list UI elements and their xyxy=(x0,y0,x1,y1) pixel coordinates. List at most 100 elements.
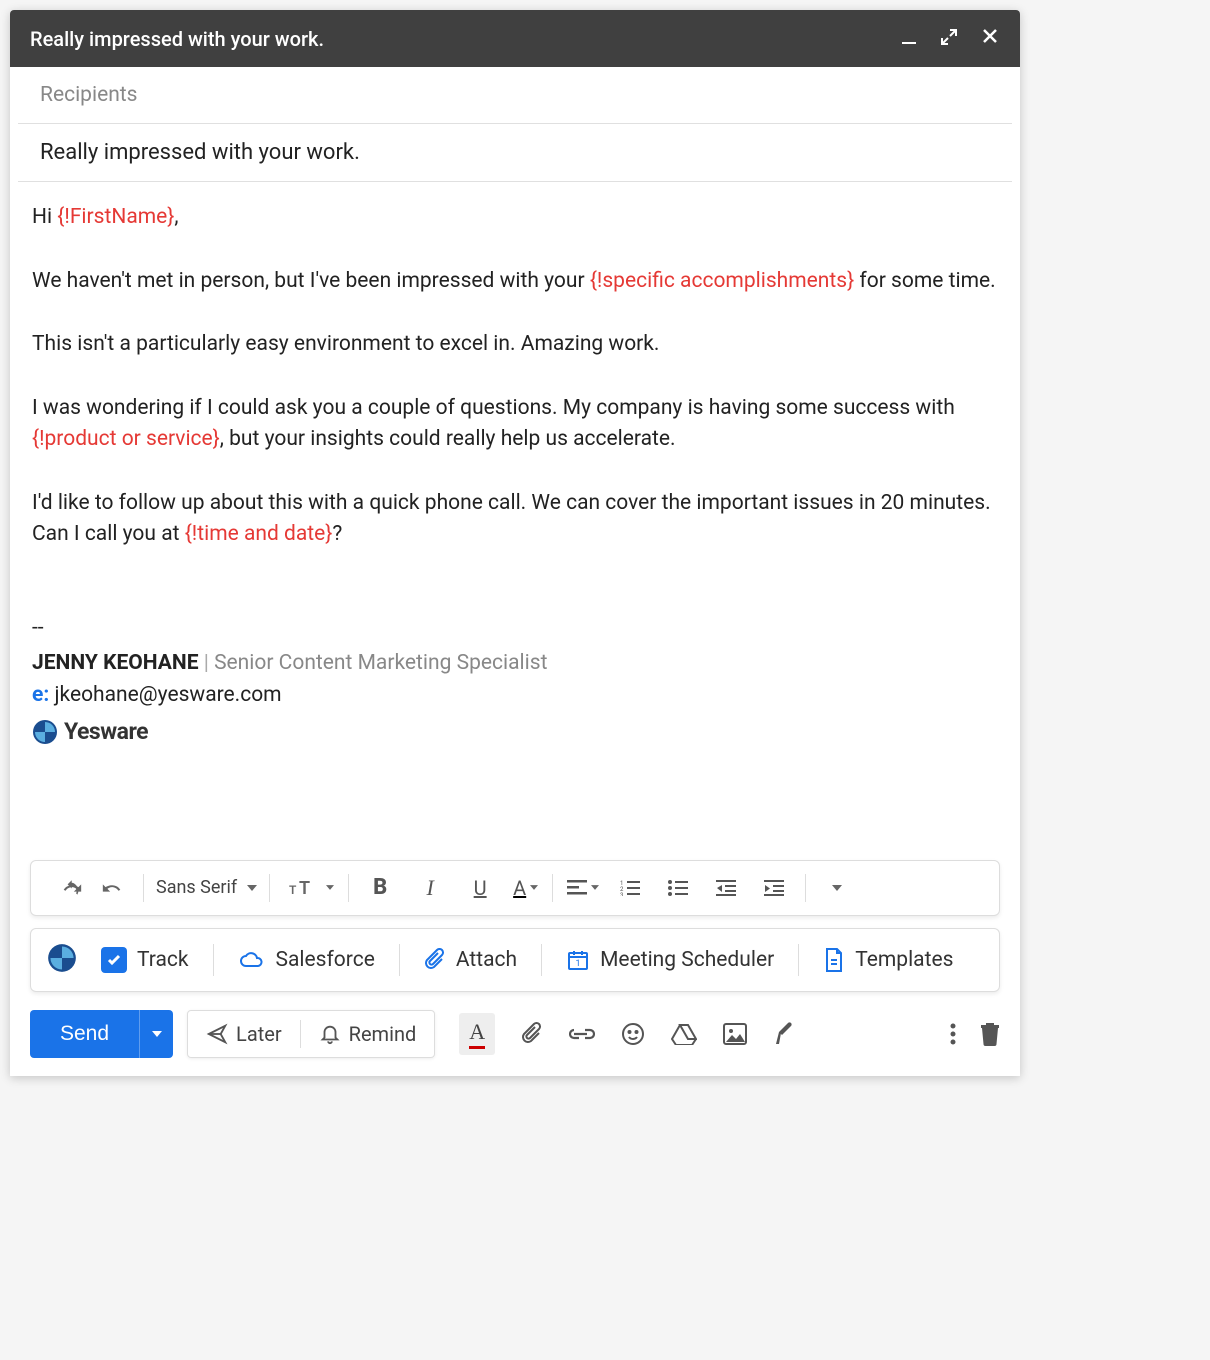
signature-divider: -- xyxy=(32,613,998,645)
bell-icon xyxy=(319,1023,341,1045)
svg-text:T: T xyxy=(289,883,297,897)
merge-accomplishments: {!specific accomplishments} xyxy=(590,269,854,293)
signature-email: jkeohane@yesware.com xyxy=(54,683,281,707)
recipients-placeholder: Recipients xyxy=(40,83,138,107)
discard-draft-icon[interactable] xyxy=(980,1022,1000,1046)
text-format-icon[interactable]: A xyxy=(459,1013,495,1055)
merge-product: {!product or service} xyxy=(32,427,220,451)
p4-text-a: I'd like to follow up about this with a … xyxy=(32,491,991,547)
meeting-label: Meeting Scheduler xyxy=(600,948,774,972)
salesforce-label: Salesforce xyxy=(276,948,375,972)
titlebar-actions xyxy=(900,26,1000,51)
checkbox-checked-icon xyxy=(101,947,127,973)
merge-time: {!time and date} xyxy=(185,522,333,546)
expand-icon[interactable] xyxy=(940,27,958,51)
p3-text-b: , but your insights could really help us… xyxy=(220,427,676,451)
greeting-suffix: , xyxy=(174,205,178,229)
undo-icon[interactable] xyxy=(55,871,89,905)
yesware-icon[interactable] xyxy=(47,943,77,977)
later-remind-group: Later Remind xyxy=(187,1010,435,1058)
format-toolbar: Sans Serif TT B I U A 1 xyxy=(30,860,1000,916)
bold-icon[interactable]: B xyxy=(363,871,397,905)
redo-icon[interactable] xyxy=(95,871,129,905)
remind-button[interactable]: Remind xyxy=(301,1011,435,1057)
later-label: Later xyxy=(236,1022,282,1046)
svg-text:T: T xyxy=(299,878,310,898)
window-title: Really impressed with your work. xyxy=(30,27,324,51)
signature-email-label: e: xyxy=(32,683,49,707)
meeting-scheduler-button[interactable]: 1 Meeting Scheduler xyxy=(560,948,780,972)
greeting-prefix: Hi xyxy=(32,205,57,229)
bottom-bar: Send Later Remind A xyxy=(10,1010,1020,1076)
attach-label: Attach xyxy=(456,948,517,972)
yesware-logo-text: Yesware xyxy=(64,715,148,750)
chevron-down-icon xyxy=(152,1031,162,1037)
signature-line1: JENNY KEOHANE | Senior Content Marketing… xyxy=(32,648,998,680)
track-toggle[interactable]: Track xyxy=(95,947,195,973)
insert-link-icon[interactable] xyxy=(569,1027,595,1041)
cloud-icon xyxy=(238,950,266,970)
titlebar: Really impressed with your work. xyxy=(10,10,1020,67)
p4-text-b: ? xyxy=(332,522,342,546)
document-icon xyxy=(823,947,845,973)
confidential-mode-icon[interactable] xyxy=(773,1022,793,1046)
signature-name: JENNY KEOHANE xyxy=(32,651,199,675)
yesware-toolbar: Track Salesforce Attach 1 Meeting Schedu… xyxy=(30,928,1000,992)
merge-firstname: {!FirstName} xyxy=(57,205,174,229)
signature-separator: | xyxy=(199,651,215,675)
attach-file-icon[interactable] xyxy=(521,1021,543,1047)
underline-icon[interactable]: U xyxy=(463,871,497,905)
more-options-icon[interactable] xyxy=(950,1023,956,1045)
yesware-logo: Yesware xyxy=(32,715,998,750)
templates-button[interactable]: Templates xyxy=(817,947,959,973)
bullet-list-icon[interactable] xyxy=(661,871,695,905)
templates-label: Templates xyxy=(855,948,953,972)
send-icon xyxy=(206,1023,228,1045)
body-greeting: Hi {!FirstName}, xyxy=(32,202,998,234)
remind-label: Remind xyxy=(349,1022,417,1046)
paperclip-icon xyxy=(424,948,446,972)
attach-button[interactable]: Attach xyxy=(418,948,523,972)
signature-line2: e: jkeohane@yesware.com xyxy=(32,680,998,712)
minimize-icon[interactable] xyxy=(900,27,918,51)
font-size-icon[interactable]: TT xyxy=(284,871,318,905)
close-icon[interactable] xyxy=(980,26,1000,51)
bottom-action-icons: A xyxy=(459,1010,940,1058)
italic-icon[interactable]: I xyxy=(413,871,447,905)
send-later-button[interactable]: Later xyxy=(188,1011,300,1057)
bottom-right-actions xyxy=(950,1010,1000,1058)
email-body[interactable]: Hi {!FirstName}, We haven't met in perso… xyxy=(10,182,1020,780)
indent-decrease-icon[interactable] xyxy=(709,871,743,905)
insert-photo-icon[interactable] xyxy=(723,1023,747,1045)
emoji-icon[interactable] xyxy=(621,1022,645,1046)
p1-text-b: for some time. xyxy=(854,269,995,293)
drive-icon[interactable] xyxy=(671,1023,697,1045)
send-button[interactable]: Send xyxy=(30,1010,139,1058)
numbered-list-icon[interactable]: 123 xyxy=(613,871,647,905)
compose-window: Really impressed with your work. Recipie… xyxy=(10,10,1020,1076)
body-p2: This isn't a particularly easy environme… xyxy=(32,329,998,361)
font-family-label: Sans Serif xyxy=(156,877,237,898)
recipients-row[interactable]: Recipients xyxy=(18,67,1012,124)
body-p3: I was wondering if I could ask you a cou… xyxy=(32,393,998,456)
align-icon[interactable] xyxy=(567,871,599,905)
body-p4: I'd like to follow up about this with a … xyxy=(32,488,998,551)
send-dropdown[interactable] xyxy=(139,1010,173,1058)
p3-text-a: I was wondering if I could ask you a cou… xyxy=(32,396,955,420)
indent-increase-icon[interactable] xyxy=(757,871,791,905)
font-family-select[interactable]: Sans Serif xyxy=(148,873,265,902)
subject-row[interactable]: Really impressed with your work. xyxy=(18,124,1012,182)
text-color-icon[interactable]: A xyxy=(513,871,538,905)
svg-text:3: 3 xyxy=(620,892,623,896)
more-formatting-icon[interactable] xyxy=(820,871,854,905)
svg-text:1: 1 xyxy=(576,959,581,969)
chevron-down-icon[interactable] xyxy=(326,885,334,890)
track-label: Track xyxy=(137,948,189,972)
calendar-icon: 1 xyxy=(566,948,590,972)
yesware-logo-icon xyxy=(32,719,58,745)
subject-text: Really impressed with your work. xyxy=(40,140,360,165)
p1-text-a: We haven't met in person, but I've been … xyxy=(32,269,590,293)
body-p1: We haven't met in person, but I've been … xyxy=(32,266,998,298)
salesforce-button[interactable]: Salesforce xyxy=(232,948,381,972)
chevron-down-icon xyxy=(247,885,257,891)
